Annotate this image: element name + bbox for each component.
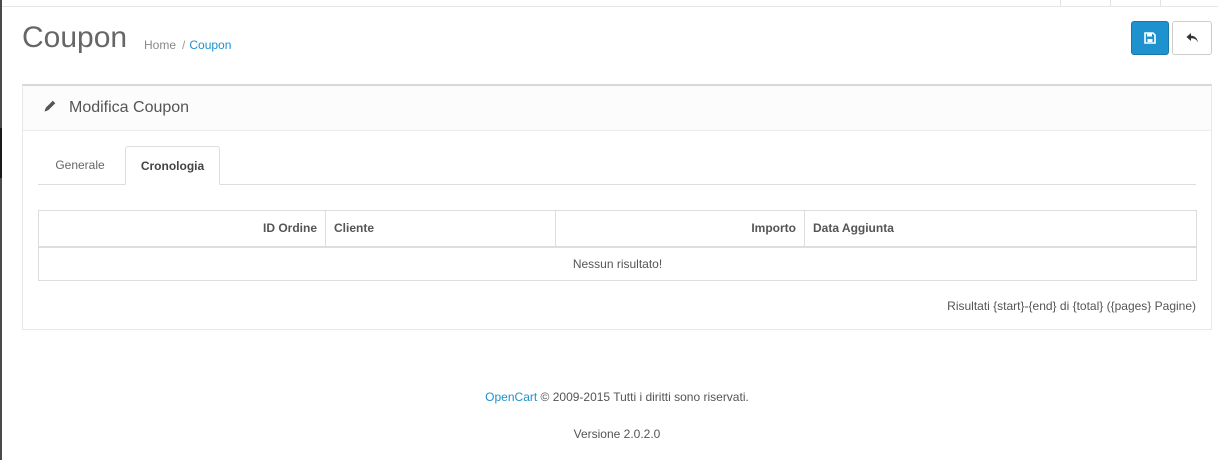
column-header-order-id[interactable]: ID Ordine	[38, 210, 326, 248]
table-header-row: ID Ordine Cliente Importo Data Aggiunta	[38, 210, 1197, 248]
top-header-bar	[2, 0, 1218, 7]
empty-results-message: Nessun risultato!	[38, 246, 1197, 281]
panel-title: Modifica Coupon	[69, 99, 190, 116]
tab-cronologia[interactable]: Cronologia	[125, 146, 220, 185]
tab-bar: Generale Cronologia	[38, 146, 1196, 185]
header-divider	[1060, 0, 1061, 6]
panel-heading: Modifica Coupon	[23, 86, 1211, 131]
header-divider	[1160, 0, 1161, 6]
tab-generale[interactable]: Generale	[38, 146, 122, 184]
breadcrumb: Home / Coupon	[144, 38, 231, 52]
page-title: Coupon	[22, 21, 128, 54]
window-left-edge-marker	[0, 128, 2, 178]
column-header-date-added[interactable]: Data Aggiunta	[804, 210, 1197, 248]
table-row: Nessun risultato!	[38, 246, 1197, 281]
column-header-customer[interactable]: Cliente	[325, 210, 556, 248]
breadcrumb-separator: /	[182, 38, 186, 52]
footer-version: Versione 2.0.2.0	[573, 427, 661, 441]
save-button[interactable]	[1131, 21, 1169, 55]
copyright-text: © 2009-2015 Tutti i diritti sono riserva…	[540, 390, 749, 404]
breadcrumb-coupon-link[interactable]: Coupon	[189, 38, 231, 52]
pencil-icon	[44, 100, 56, 112]
reply-arrow-icon	[1186, 33, 1198, 43]
opencart-link[interactable]: OpenCart	[485, 390, 537, 404]
footer-copyright: OpenCart © 2009-2015 Tutti i diritti son…	[0, 390, 1218, 404]
column-header-amount[interactable]: Importo	[555, 210, 805, 248]
header-divider	[1110, 0, 1111, 6]
history-table: ID Ordine Cliente Importo Data Aggiunta …	[38, 210, 1197, 281]
back-button[interactable]	[1172, 21, 1212, 55]
floppy-disk-icon	[1144, 32, 1156, 44]
pagination-results-text: Risultati {start}-{end} di {total} ({pag…	[947, 299, 1196, 313]
edit-coupon-panel: Modifica Coupon Generale Cronologia ID O…	[22, 84, 1212, 330]
breadcrumb-home-link[interactable]: Home	[144, 38, 176, 52]
